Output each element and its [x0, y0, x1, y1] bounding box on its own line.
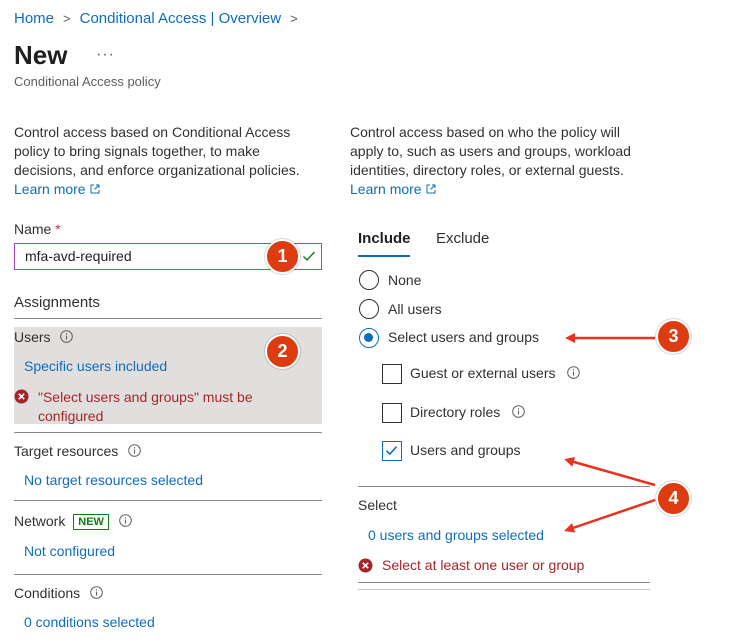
tab-include[interactable]: Include: [358, 230, 411, 247]
conditions-label-text: Conditions: [14, 585, 81, 601]
learn-more-label: Learn more: [14, 181, 86, 197]
arrow-icon: [564, 498, 656, 533]
checkmark-icon: [385, 446, 398, 456]
new-badge: NEW: [73, 514, 109, 530]
radio-none-label: None: [388, 272, 422, 288]
checkmark-icon: [303, 251, 316, 262]
checkbox-guest-external-users-label: Guest or external users: [410, 365, 581, 381]
info-icon[interactable]: [128, 444, 141, 457]
users-description: Control access based on who the policy w…: [350, 123, 650, 199]
checkbox-guest-external-users[interactable]: [382, 364, 402, 384]
learn-more-link-policy[interactable]: Learn more: [14, 181, 100, 197]
breadcrumb-conditional-access-overview[interactable]: Conditional Access | Overview: [80, 10, 281, 27]
users-error-message: "Select users and groups" must be config…: [38, 389, 253, 424]
checkbox-directory-roles-label: Directory roles: [410, 404, 525, 420]
divider: [358, 486, 650, 487]
annotation-badge-4: 4: [656, 481, 691, 516]
network-label: Network NEW: [14, 513, 132, 530]
arrow-icon: [564, 457, 656, 487]
name-label: Name *: [14, 221, 61, 237]
annotation-badge-2: 2: [265, 334, 300, 369]
annotation-badge-1: 1: [265, 239, 300, 274]
users-value-link[interactable]: Specific users included: [24, 358, 167, 374]
target-resources-link[interactable]: No target resources selected: [24, 472, 203, 488]
divider: [358, 589, 650, 590]
directory-roles-text: Directory roles: [410, 404, 501, 420]
breadcrumb: Home > Conditional Access | Overview >: [14, 10, 307, 27]
guest-external-users-text: Guest or external users: [410, 365, 556, 381]
target-resources-label: Target resources: [14, 443, 141, 459]
external-link-icon: [426, 184, 436, 194]
info-icon[interactable]: [90, 586, 103, 599]
policy-description-text: Control access based on Conditional Acce…: [14, 124, 300, 178]
required-mark: *: [55, 221, 61, 237]
network-label-text: Network: [14, 513, 66, 529]
policy-description: Control access based on Conditional Acce…: [14, 123, 314, 199]
annotation-badge-3: 3: [656, 319, 691, 354]
target-resources-label-text: Target resources: [14, 443, 119, 459]
error-icon: [14, 389, 29, 404]
page-title: New: [14, 40, 68, 70]
checkbox-users-and-groups-label: Users and groups: [410, 442, 521, 458]
radio-select-users-and-groups[interactable]: [359, 328, 379, 348]
chevron-right-icon: >: [63, 11, 71, 26]
divider: [14, 574, 322, 575]
select-error-message: Select at least one user or group: [382, 557, 585, 573]
info-icon[interactable]: [567, 366, 581, 379]
tab-active-indicator: [358, 255, 410, 257]
conditions-link[interactable]: 0 conditions selected: [24, 614, 155, 630]
error-icon: [358, 558, 373, 573]
page-subtitle: Conditional Access policy: [14, 74, 161, 89]
info-icon[interactable]: [512, 405, 525, 418]
radio-select-users-and-groups-label: Select users and groups: [388, 329, 539, 345]
external-link-icon: [90, 184, 100, 194]
users-label-text: Users: [14, 329, 51, 345]
users-description-text: Control access based on who the policy w…: [350, 124, 631, 178]
divider: [358, 582, 650, 583]
learn-more-link-users[interactable]: Learn more: [350, 181, 436, 197]
breadcrumb-home[interactable]: Home: [14, 10, 54, 27]
more-icon[interactable]: ···: [96, 46, 115, 64]
checkbox-directory-roles[interactable]: [382, 403, 402, 423]
select-label: Select: [358, 497, 397, 513]
divider: [14, 318, 322, 319]
assignments-heading: Assignments: [14, 294, 100, 311]
radio-all-users-label: All users: [388, 301, 442, 317]
checkbox-users-and-groups[interactable]: [382, 441, 402, 461]
radio-none[interactable]: [359, 270, 379, 290]
info-icon[interactable]: [60, 330, 74, 343]
divider: [14, 500, 322, 501]
chevron-right-icon: >: [290, 11, 298, 26]
radio-all-users[interactable]: [359, 299, 379, 319]
network-link[interactable]: Not configured: [24, 543, 115, 559]
info-icon[interactable]: [119, 514, 132, 527]
tab-exclude[interactable]: Exclude: [436, 230, 489, 247]
divider: [14, 432, 322, 433]
select-users-link[interactable]: 0 users and groups selected: [368, 527, 544, 543]
conditions-label: Conditions: [14, 585, 103, 601]
learn-more-label: Learn more: [350, 181, 422, 197]
users-label: Users: [14, 329, 74, 345]
name-label-text: Name: [14, 221, 52, 237]
